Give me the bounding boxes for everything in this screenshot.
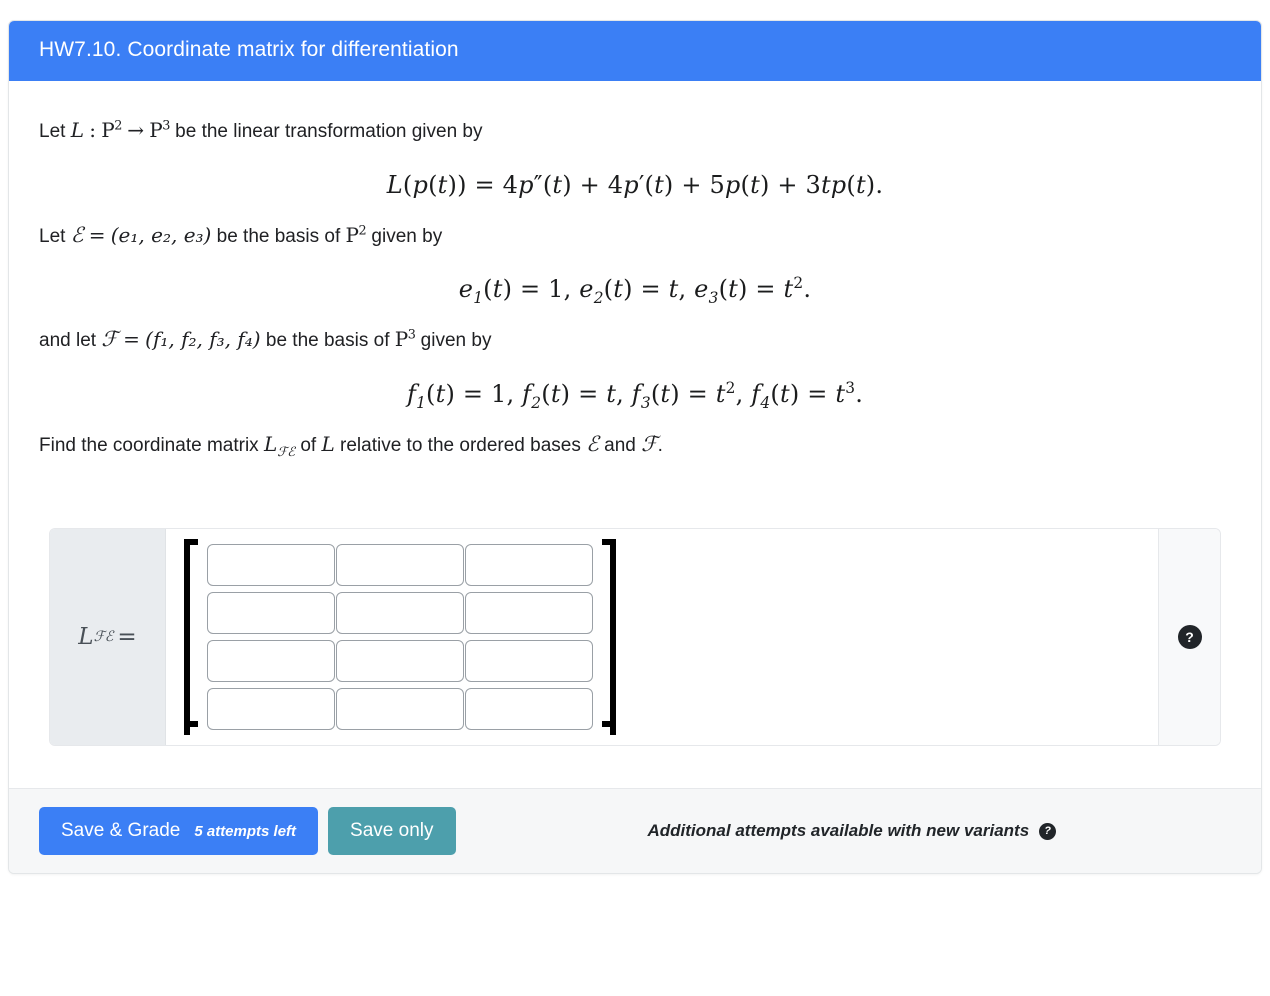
line1-codomain: P3 (149, 118, 170, 142)
line3-space: P3 (394, 327, 416, 352)
variants-note: Additional attempts available with new v… (648, 821, 1057, 841)
problem-line-2: Let ℰ = (e₁, e₂, e₃) be the basis of P2 … (39, 213, 1231, 258)
line1-transformation-symbol: L (70, 118, 84, 142)
matrix-cell-r1c2[interactable] (336, 544, 464, 587)
answer-help-panel: ? (1158, 529, 1220, 746)
matrix-cell-r4c2[interactable] (336, 688, 464, 731)
matrix-right-bracket (602, 539, 616, 736)
line4-prefix: Find the coordinate matrix (39, 434, 259, 456)
body-bottom-padding (39, 746, 1231, 788)
line4-mid2: relative to the ordered bases (340, 434, 581, 456)
line2-suffix: given by (371, 225, 443, 247)
matrix-cell-r2c2[interactable] (336, 592, 464, 635)
line2-mid: be the basis of (216, 225, 341, 247)
line4-L: L (321, 431, 335, 456)
save-and-grade-button[interactable]: Save & Grade 5 attempts left (39, 807, 319, 856)
attempts-left-label: 5 attempts left (194, 823, 297, 841)
matrix-cell-r1c3[interactable] (465, 544, 593, 587)
line3-equals: = (123, 327, 140, 352)
matrix-cell-r3c3[interactable] (465, 640, 593, 683)
matrix-cell-r2c1[interactable] (207, 592, 335, 635)
card-header: HW7.10. Coordinate matrix for differenti… (9, 21, 1261, 81)
line1-domain: P2 (101, 118, 122, 142)
line3-mid: be the basis of (265, 330, 390, 352)
answer-region: L ℱℰ = ? (49, 528, 1221, 747)
variants-help-icon[interactable]: ? (1039, 822, 1057, 840)
line4-period: . (657, 434, 663, 456)
coordinate-matrix-symbol: Lℱℰ (263, 431, 296, 460)
line4-basis-f: ℱ (641, 431, 658, 456)
answer-label: L ℱℰ = (50, 529, 166, 746)
card-footer: Save & Grade 5 attempts left Save only A… (9, 788, 1261, 874)
matrix-grid (198, 539, 602, 735)
line1-arrow: → (127, 118, 144, 142)
matrix-cell-r3c2[interactable] (336, 640, 464, 683)
matrix-cell-r4c1[interactable] (207, 688, 335, 731)
answer-label-equals: = (117, 624, 137, 651)
line4-basis-e: ℰ (586, 431, 599, 456)
basis-e-symbol: ℰ (70, 222, 84, 247)
line1-suffix: be the linear transformation given by (175, 121, 483, 142)
line4-and: and (604, 434, 636, 456)
answer-label-subscript: ℱℰ (93, 629, 114, 646)
matrix-cell-r1c1[interactable] (207, 544, 335, 587)
page-root: HW7.10. Coordinate matrix for differenti… (0, 0, 1270, 996)
answer-spacer (39, 472, 1231, 528)
save-only-button[interactable]: Save only (328, 807, 456, 856)
matrix-cell-r2c3[interactable] (465, 592, 593, 635)
line4-mid: of (300, 434, 317, 456)
basis-f-tuple: (f₁, f₂, f₃, f₄) (145, 327, 261, 352)
line2-space: P2 (345, 222, 367, 247)
equation-basis-f: f1(t) = 1, f2(t) = t, f3(t) = t2, f4(t) … (406, 378, 864, 412)
answer-matrix-area (166, 529, 1158, 746)
equation-basis-e: e1(t) = 1, e2(t) = t, e3(t) = t2. (458, 274, 812, 307)
save-only-label: Save only (350, 820, 434, 842)
problem-card: HW7.10. Coordinate matrix for differenti… (8, 20, 1262, 875)
matrix-left-bracket (184, 539, 198, 736)
matrix-widget (184, 539, 616, 736)
save-and-grade-label: Save & Grade (61, 820, 181, 842)
problem-line-4: Find the coordinate matrix Lℱℰ of L rela… (39, 422, 1231, 467)
help-icon[interactable]: ? (1177, 625, 1202, 650)
matrix-cell-r3c1[interactable] (207, 640, 335, 683)
card-body: Let L : P2 → P3 be the linear transforma… (9, 81, 1261, 789)
line2-prefix: Let (39, 225, 66, 247)
problem-line-3: and let ℱ = (f₁, f₂, f₃, f₄) be the basi… (39, 317, 1231, 362)
line1-prefix: Let (39, 121, 66, 142)
page-title: HW7.10. Coordinate matrix for differenti… (39, 38, 459, 61)
answer-label-symbol: L (78, 624, 94, 651)
line3-suffix: given by (420, 330, 492, 352)
line2-equals: = (88, 222, 106, 247)
basis-f-symbol: ℱ (101, 327, 118, 352)
matrix-cell-r4c3[interactable] (465, 688, 593, 731)
problem-line-1: Let L : P2 → P3 be the linear transforma… (39, 109, 1231, 153)
line1-colon: : (89, 118, 97, 142)
variants-note-label: Additional attempts available with new v… (647, 821, 1030, 841)
basis-e-tuple: (e₁, e₂, e₃) (110, 222, 212, 247)
line3-prefix: and let (39, 330, 97, 352)
equation-transformation: L(p(t)) = 4p″(t) + 4p′(t) + 5p(t) + 3tp(… (386, 170, 884, 199)
